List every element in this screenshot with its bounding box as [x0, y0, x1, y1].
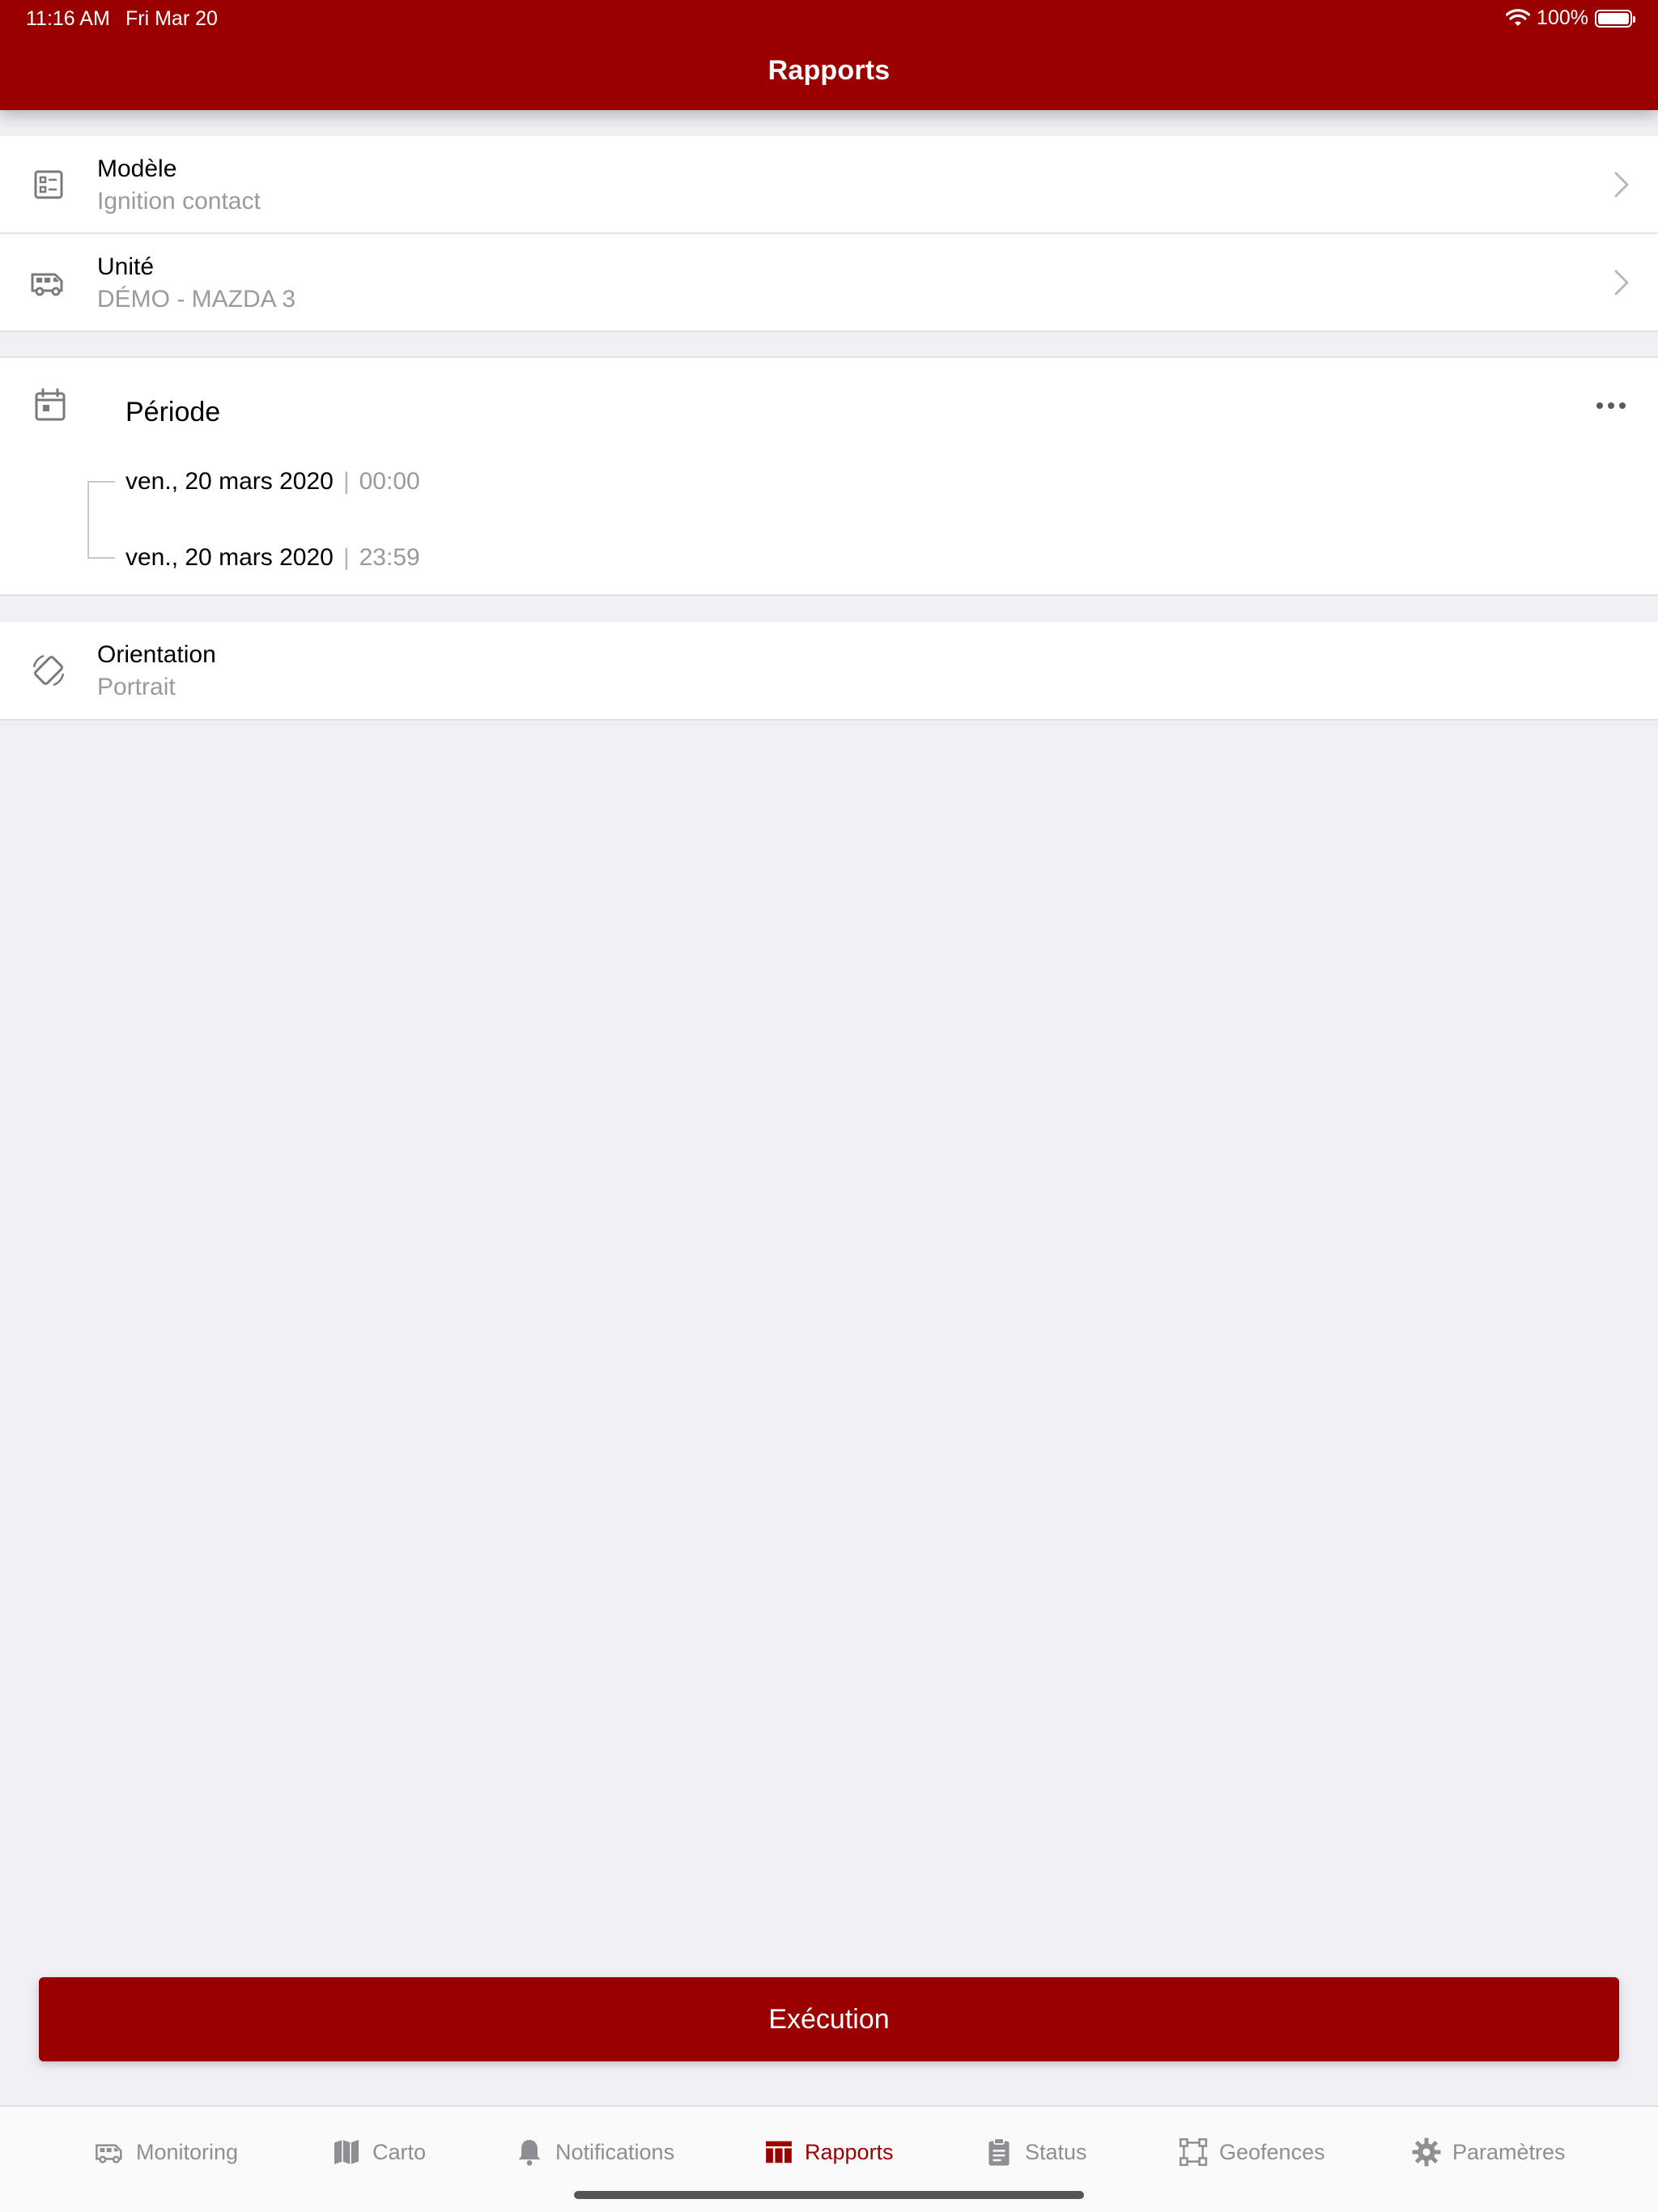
- period-end-time: 23:59: [359, 544, 420, 571]
- status-indicators: 100%: [1506, 6, 1635, 30]
- wifi-icon: [1506, 8, 1531, 26]
- more-options-icon[interactable]: [1595, 400, 1627, 411]
- map-icon: [334, 2140, 359, 2164]
- orientation-card: Orientation Portrait: [0, 622, 1658, 721]
- tab-parametres[interactable]: Paramètres: [1410, 2136, 1566, 2168]
- tab-status[interactable]: Status: [983, 2136, 1087, 2168]
- period-start-date: ven., 20 mars 2020: [125, 468, 334, 495]
- page-title: Rapports: [767, 55, 891, 86]
- period-start-time: 00:00: [359, 468, 420, 495]
- van-icon: [96, 2144, 122, 2163]
- unit-label: Unité: [97, 253, 155, 280]
- unit-row[interactable]: Unité DÉMO - MAZDA 3: [0, 234, 1658, 331]
- clipboard-icon: [988, 2138, 1010, 2166]
- tab-notifications[interactable]: Notifications: [513, 2136, 674, 2168]
- unit-value: DÉMO - MAZDA 3: [97, 286, 296, 313]
- chevron-right-icon: [1614, 270, 1629, 296]
- home-indicator: [574, 2191, 1084, 2199]
- status-date: Fri Mar 20: [125, 7, 218, 30]
- van-icon: [31, 273, 63, 296]
- tab-label: Paramètres: [1452, 2139, 1566, 2164]
- app-root: 11:16 AM Fri Mar 20 100% Rapports Modèle…: [0, 0, 1658, 2212]
- tab-label: Geofences: [1219, 2139, 1325, 2164]
- tab-label: Notifications: [555, 2139, 675, 2164]
- report-settings-card: Modèle Ignition contact Unité DÉMO - MAZ…: [0, 136, 1658, 332]
- period-card: Période ven., 20 mars 2020 | 00:00 ven., 2…: [0, 356, 1658, 596]
- tab-carto[interactable]: Carto: [330, 2136, 426, 2168]
- model-value: Ignition contact: [97, 188, 261, 215]
- tab-label: Monitoring: [136, 2139, 239, 2164]
- execute-button[interactable]: Exécution: [39, 1977, 1619, 2061]
- rotate-icon: [32, 654, 65, 687]
- period-end-date: ven., 20 mars 2020: [125, 544, 334, 571]
- tab-label: Carto: [372, 2139, 427, 2164]
- period-label: Période: [125, 397, 221, 428]
- gear-icon: [1412, 2138, 1441, 2167]
- orientation-label: Orientation: [97, 641, 216, 668]
- period-separator: |: [342, 544, 350, 571]
- tab-geofences[interactable]: Geofences: [1177, 2136, 1325, 2168]
- tab-label: Rapports: [805, 2139, 894, 2164]
- model-label: Modèle: [97, 155, 177, 182]
- calendar-icon: [35, 388, 66, 421]
- status-bar: 11:16 AM Fri Mar 20 100%: [0, 0, 1658, 39]
- battery-percentage: 100%: [1537, 6, 1588, 29]
- period-start[interactable]: ven., 20 mars 2020 | 00:00: [125, 468, 420, 496]
- bell-icon: [518, 2140, 541, 2166]
- period-separator: |: [342, 468, 350, 495]
- model-row[interactable]: Modèle Ignition contact: [0, 136, 1658, 233]
- period-end[interactable]: ven., 20 mars 2020 | 23:59: [125, 544, 420, 572]
- tab-rapports[interactable]: Rapports: [763, 2136, 894, 2168]
- orientation-row[interactable]: Orientation Portrait: [0, 622, 1658, 719]
- orientation-value: Portrait: [97, 674, 176, 700]
- chevron-right-icon: [1614, 172, 1629, 198]
- status-time: 11:16 AM: [26, 7, 110, 30]
- template-icon: [34, 170, 63, 199]
- period-range-bracket: [87, 481, 115, 559]
- table-icon: [766, 2141, 792, 2163]
- navigation-header: 11:16 AM Fri Mar 20 100% Rapports: [0, 0, 1658, 110]
- geofence-icon: [1179, 2138, 1208, 2167]
- tab-monitoring[interactable]: Monitoring: [94, 2136, 238, 2168]
- battery-icon: [1595, 9, 1635, 28]
- tab-label: Status: [1025, 2139, 1087, 2164]
